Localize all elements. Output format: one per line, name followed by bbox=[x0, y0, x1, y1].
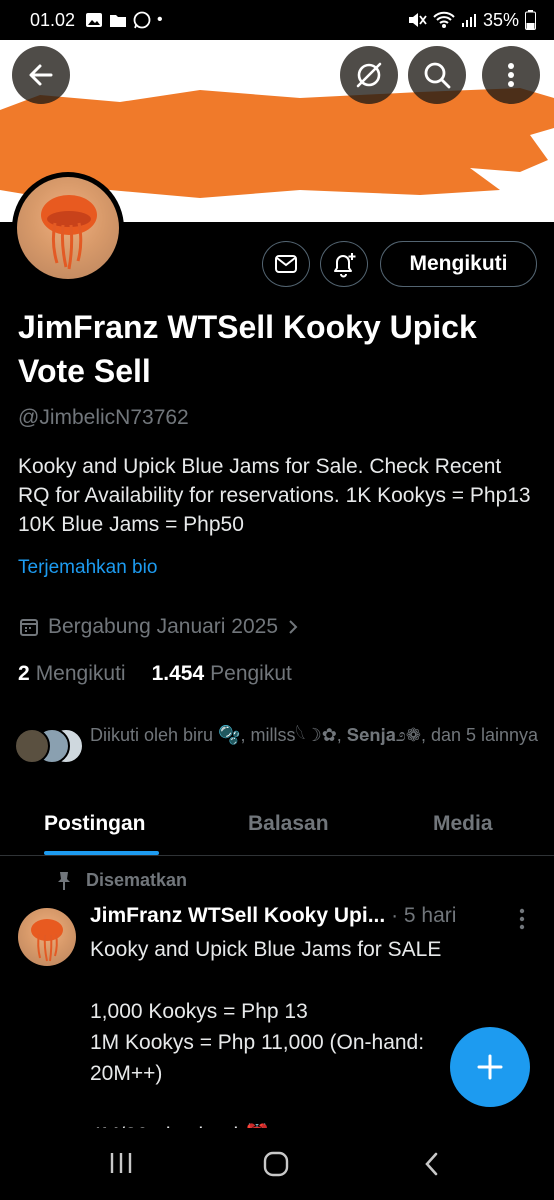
status-right-icons: 35% bbox=[407, 10, 536, 31]
chevron-right-icon bbox=[289, 620, 298, 634]
search-button[interactable] bbox=[408, 46, 466, 104]
post-author-avatar[interactable] bbox=[18, 908, 76, 966]
image-icon bbox=[86, 13, 103, 27]
followers-count: 1.454 bbox=[151, 662, 205, 685]
followed-by-avatars bbox=[14, 728, 84, 764]
calendar-icon bbox=[20, 619, 38, 636]
active-tab-indicator bbox=[44, 851, 159, 855]
post-body[interactable]: Kooky and Upick Blue Jams for SALE 1,000… bbox=[90, 934, 510, 1151]
pinned-label-row: Disematkan bbox=[56, 870, 187, 891]
battery-level: 35% bbox=[482, 9, 519, 30]
back-button[interactable] bbox=[12, 46, 70, 104]
post-more-button[interactable] bbox=[518, 908, 526, 935]
followed-by-text: Diikuti oleh biru 🫧, millss𓆩☽✿, 𝐒𝐞𝐧𝐣𝐚೨❁,… bbox=[90, 725, 539, 745]
following-label: Mengikuti bbox=[35, 662, 126, 685]
post-header: JimFranz WTSell Kooky Upi... · 5 hari bbox=[90, 904, 510, 928]
whatsapp-icon bbox=[133, 11, 151, 29]
post-time[interactable]: 5 hari bbox=[404, 904, 457, 927]
bell-plus-icon bbox=[334, 253, 356, 278]
more-vert-icon bbox=[508, 63, 514, 87]
mute-icon bbox=[408, 13, 427, 27]
notify-button[interactable] bbox=[320, 241, 368, 287]
back-arrow-icon bbox=[29, 64, 53, 86]
system-nav-bar bbox=[0, 1128, 554, 1200]
joined-date: Bergabung Januari 2025 bbox=[48, 615, 279, 638]
following-button[interactable]: Mengikuti bbox=[380, 241, 537, 287]
status-bar: 01.02 • 35% bbox=[0, 0, 554, 40]
tab-media[interactable]: Media bbox=[433, 812, 493, 836]
signal-icon bbox=[461, 14, 476, 27]
pin-icon bbox=[58, 871, 70, 890]
plus-icon bbox=[477, 1054, 503, 1080]
profile-handle: @JimbelicN73762 bbox=[18, 406, 189, 429]
profile-tabs: Postingan Balasan Media bbox=[0, 800, 554, 856]
mail-icon bbox=[275, 255, 297, 273]
following-stat[interactable]: 2 Mengikuti bbox=[18, 662, 126, 686]
folder-icon bbox=[110, 15, 127, 27]
status-left-icons: • bbox=[85, 11, 163, 29]
profile-display-name: JimFranz WTSell Kooky Upick Vote Sell bbox=[18, 309, 477, 389]
following-count: 2 bbox=[18, 662, 30, 685]
grok-icon bbox=[356, 62, 382, 88]
translate-bio-link[interactable]: Terjemahkan bio bbox=[18, 557, 157, 579]
back-nav-icon[interactable] bbox=[420, 1150, 442, 1178]
post-author-name[interactable]: JimFranz WTSell Kooky Upi... bbox=[90, 904, 385, 927]
battery-icon bbox=[525, 10, 536, 30]
avatar bbox=[14, 728, 50, 764]
dot-icon: • bbox=[157, 11, 163, 28]
post-separator: · bbox=[391, 904, 404, 927]
follow-stats: 2 Mengikuti 1.454 Pengikut bbox=[18, 662, 292, 686]
recent-apps-icon[interactable] bbox=[108, 1150, 134, 1176]
more-vert-icon bbox=[519, 908, 525, 930]
tab-replies[interactable]: Balasan bbox=[248, 812, 329, 836]
jellyfish-avatar-image bbox=[17, 177, 119, 279]
jellyfish-avatar-image bbox=[31, 919, 63, 962]
status-time: 01.02 bbox=[30, 9, 76, 30]
joined-date-row[interactable]: Bergabung Januari 2025 bbox=[18, 615, 300, 639]
compose-fab[interactable] bbox=[450, 1027, 530, 1107]
followers-stat[interactable]: 1.454 Pengikut bbox=[152, 662, 292, 686]
message-button[interactable] bbox=[262, 241, 310, 287]
grok-button[interactable] bbox=[340, 46, 398, 104]
profile-bio: Kooky and Upick Blue Jams for Sale. Chec… bbox=[18, 455, 531, 536]
pinned-label: Disematkan bbox=[86, 870, 188, 890]
tab-posts[interactable]: Postingan bbox=[44, 812, 146, 836]
profile-avatar[interactable] bbox=[12, 172, 124, 284]
more-button[interactable] bbox=[482, 46, 540, 104]
home-icon[interactable] bbox=[262, 1150, 290, 1178]
wifi-icon bbox=[433, 11, 455, 28]
followed-by-row[interactable]: Diikuti oleh biru 🫧, millss𓆩☽✿, 𝐒𝐞𝐧𝐣𝐚೨❁,… bbox=[14, 722, 544, 776]
followers-label: Pengikut bbox=[210, 662, 292, 685]
search-icon bbox=[424, 62, 451, 89]
